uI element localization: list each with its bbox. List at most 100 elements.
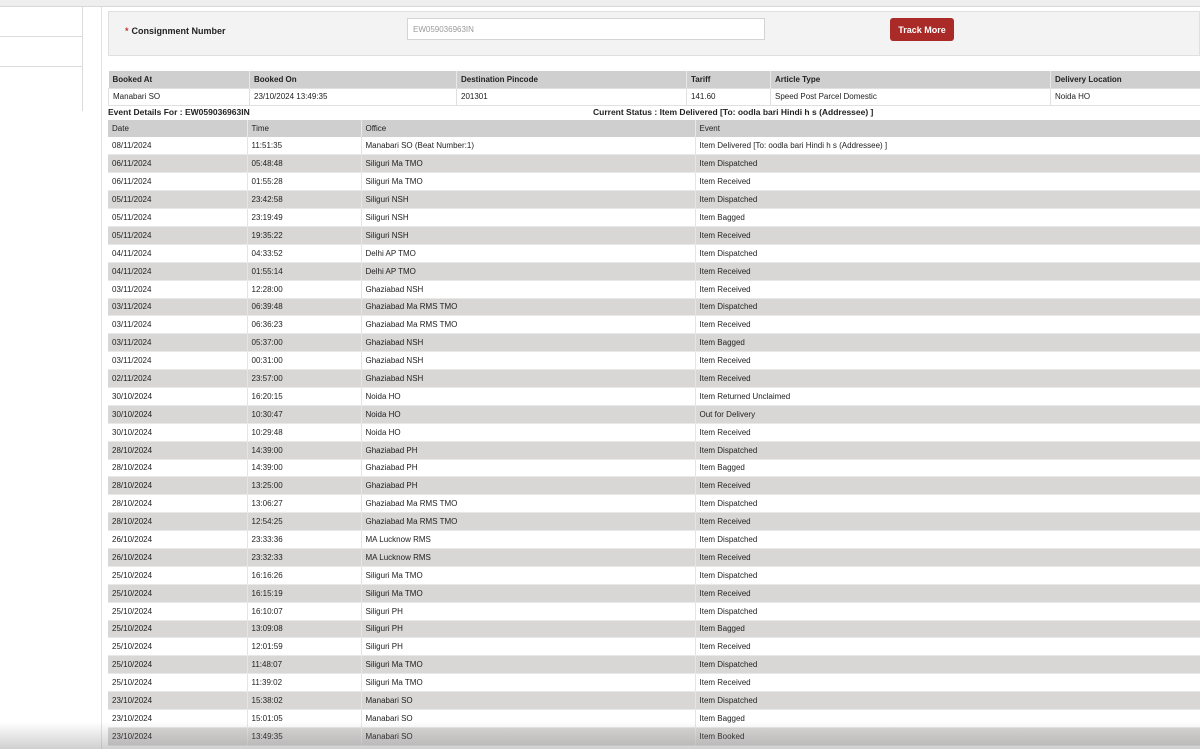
event-event-cell: Item Received	[695, 548, 1200, 567]
event-event-cell: Item Delivered [To: oodla bari Hindi h s…	[695, 137, 1200, 156]
booking-cell: Speed Post Parcel Domestic	[770, 87, 1051, 106]
event-time-cell: 11:51:35	[247, 137, 362, 156]
event-date-cell: 26/10/2024	[108, 530, 248, 549]
event-time-cell: 16:16:26	[247, 566, 362, 585]
events-header-cell: Office	[361, 120, 696, 137]
event-event-cell: Item Bagged	[695, 620, 1200, 639]
event-office-cell: Delhi AP TMO	[361, 244, 696, 263]
sidebar-row[interactable]	[0, 37, 82, 67]
event-row: 06/11/2024 01:55:28 Siliguri Ma TMO Item Re…	[108, 172, 1200, 192]
event-event-cell: Item Bagged	[695, 333, 1200, 353]
event-event-cell: Item Received	[695, 476, 1200, 496]
event-time-cell: 23:32:33	[247, 548, 362, 567]
event-row: 30/10/2024 10:29:48 Noida HO Item Received	[108, 423, 1200, 442]
event-details-for: Event Details For : EW059036963IN	[108, 107, 250, 117]
event-time-cell: 16:20:15	[247, 387, 362, 406]
event-date-cell: 26/10/2024	[108, 548, 248, 567]
event-row: 05/11/2024 23:19:49 Siliguri NSH Item Bagge…	[108, 208, 1200, 227]
event-event-cell: Item Booked	[695, 727, 1200, 746]
sidebar-row[interactable]	[0, 67, 82, 96]
event-event-cell: Item Dispatched	[695, 655, 1200, 675]
event-office-cell: Siliguri Ma TMO	[361, 172, 696, 192]
event-date-cell: 04/11/2024	[108, 262, 248, 281]
event-row: 25/10/2024 13:09:08 Siliguri PH Item Bagged	[108, 620, 1200, 639]
consignment-input[interactable]	[407, 18, 765, 40]
track-more-button[interactable]: Track More	[890, 18, 954, 41]
events-header-row: Date Time Office Event	[108, 120, 1200, 137]
event-office-cell: Siliguri NSH	[361, 226, 696, 245]
booking-table: Booked At Booked On Destination Pincode …	[108, 71, 1200, 106]
event-office-cell: Ghaziabad Ma RMS TMO	[361, 315, 696, 335]
event-date-cell: 28/10/2024	[108, 459, 248, 478]
event-date-cell: 05/11/2024	[108, 208, 248, 227]
event-office-cell: Manabari SO	[361, 727, 696, 746]
booking-header-cell: Tariff	[686, 71, 771, 88]
event-row: 08/11/2024 11:51:35 Manabari SO (Beat Numb…	[108, 137, 1200, 156]
event-time-cell: 01:55:28	[247, 172, 362, 192]
event-office-cell: Ghaziabad PH	[361, 459, 696, 478]
event-event-cell: Item Dispatched	[695, 441, 1200, 460]
event-row: 28/10/2024 13:06:27 Ghaziabad Ma RMS TMO It…	[108, 494, 1200, 514]
event-date-cell: 04/11/2024	[108, 244, 248, 263]
event-row: 03/11/2024 00:31:00 Ghaziabad NSH Item Rece…	[108, 351, 1200, 371]
event-date-cell: 03/11/2024	[108, 315, 248, 335]
consignment-label: * Consignment Number	[125, 26, 226, 36]
consignment-label-text: Consignment Number	[131, 26, 226, 36]
event-office-cell: Ghaziabad NSH	[361, 369, 696, 388]
event-row: 03/11/2024 06:36:23 Ghaziabad Ma RMS TMO It…	[108, 315, 1200, 335]
events-header-cell: Time	[247, 120, 362, 137]
event-row: 23/10/2024 15:38:02 Manabari SO Item Dispat…	[108, 691, 1200, 710]
booking-header-cell: Destination Pincode	[456, 71, 687, 88]
event-office-cell: Noida HO	[361, 387, 696, 406]
content-divider	[101, 7, 102, 749]
event-event-cell: Item Received	[695, 423, 1200, 442]
sidebar-row[interactable]	[0, 7, 82, 37]
event-row: 28/10/2024 13:25:00 Ghaziabad PH Item Recei…	[108, 476, 1200, 496]
booking-row: Manabari SO 23/10/2024 13:49:35 201301 1…	[108, 87, 1200, 106]
event-office-cell: Ghaziabad NSH	[361, 351, 696, 371]
events-header-cell: Event	[695, 120, 1200, 137]
event-date-cell: 25/10/2024	[108, 637, 248, 657]
event-office-cell: Manabari SO	[361, 691, 696, 710]
event-office-cell: Noida HO	[361, 423, 696, 442]
event-row: 05/11/2024 23:42:58 Siliguri NSH Item Dispa…	[108, 190, 1200, 210]
events-header-cell: Date	[108, 120, 248, 137]
event-office-cell: Siliguri Ma TMO	[361, 655, 696, 675]
event-office-cell: MA Lucknow RMS	[361, 530, 696, 549]
event-details-header: Event Details For : EW059036963IN Curren…	[108, 107, 1200, 118]
event-row: 26/10/2024 23:33:36 MA Lucknow RMS Item Dis…	[108, 530, 1200, 549]
booking-header-cell: Article Type	[770, 71, 1051, 88]
event-office-cell: Ghaziabad PH	[361, 476, 696, 496]
event-office-cell: Siliguri Ma TMO	[361, 673, 696, 693]
event-time-cell: 16:10:07	[247, 602, 362, 621]
event-office-cell: Siliguri Ma TMO	[361, 584, 696, 603]
top-bar	[0, 0, 1200, 7]
event-event-cell: Item Bagged	[695, 208, 1200, 227]
event-date-cell: 25/10/2024	[108, 673, 248, 693]
event-event-cell: Item Received	[695, 262, 1200, 281]
event-time-cell: 23:42:58	[247, 190, 362, 210]
event-event-cell: Item Received	[695, 637, 1200, 657]
event-time-cell: 12:01:59	[247, 637, 362, 657]
booking-cell: 201301	[456, 87, 687, 106]
event-event-cell: Item Received	[695, 673, 1200, 693]
event-time-cell: 13:49:35	[247, 727, 362, 746]
event-office-cell: Siliguri PH	[361, 637, 696, 657]
event-date-cell: 25/10/2024	[108, 602, 248, 621]
event-date-cell: 05/11/2024	[108, 190, 248, 210]
event-office-cell: Ghaziabad NSH	[361, 333, 696, 353]
booking-header-cell: Booked On	[249, 71, 457, 88]
event-office-cell: MA Lucknow RMS	[361, 548, 696, 567]
event-time-cell: 14:39:00	[247, 459, 362, 478]
event-row: 25/10/2024 16:15:19 Siliguri Ma TMO Item Re…	[108, 584, 1200, 603]
event-row: 25/10/2024 16:16:26 Siliguri Ma TMO Item Di…	[108, 566, 1200, 585]
event-event-cell: Item Dispatched	[695, 566, 1200, 585]
event-office-cell: Manabari SO (Beat Number:1)	[361, 137, 696, 156]
event-time-cell: 00:31:00	[247, 351, 362, 371]
events-table: Date Time Office Event 08/11/2024 11:51:3…	[108, 120, 1200, 746]
event-row: 30/10/2024 16:20:15 Noida HO Item Returned …	[108, 387, 1200, 406]
event-office-cell: Ghaziabad NSH	[361, 280, 696, 299]
event-row: 25/10/2024 11:48:07 Siliguri Ma TMO Item Di…	[108, 655, 1200, 675]
event-date-cell: 02/11/2024	[108, 369, 248, 388]
event-time-cell: 15:38:02	[247, 691, 362, 710]
